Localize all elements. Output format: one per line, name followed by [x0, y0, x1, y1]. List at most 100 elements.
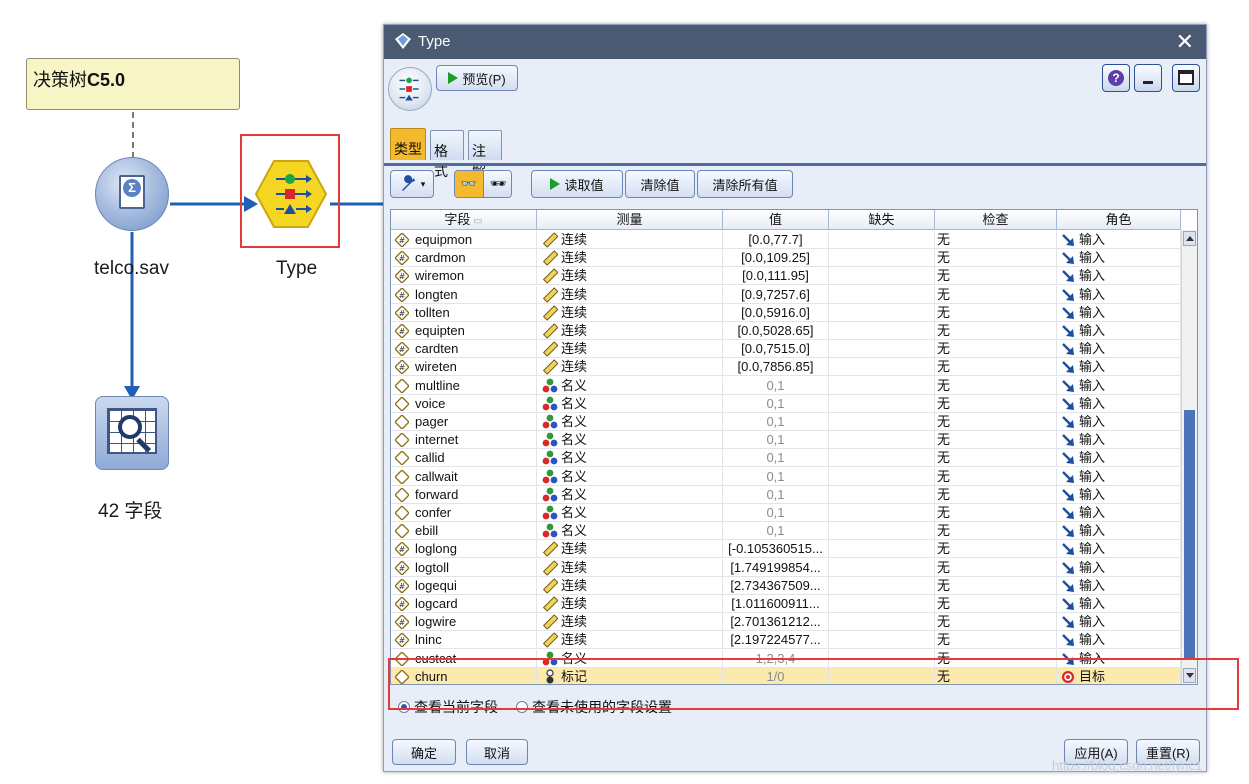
maximize-button[interactable] — [1172, 64, 1200, 92]
check-cell[interactable]: 无 — [935, 522, 1057, 541]
field-cell[interactable]: forward — [391, 485, 537, 504]
table-row[interactable]: # equipten 连续 [0.0,5028.65] 无输入 — [391, 322, 1181, 340]
missing-cell[interactable] — [829, 358, 935, 377]
field-cell[interactable]: callwait — [391, 467, 537, 486]
check-cell[interactable]: 无 — [935, 540, 1057, 559]
tab-annotation[interactable]: 注解 — [468, 130, 502, 179]
role-cell[interactable]: 输入 — [1057, 340, 1181, 359]
check-cell[interactable]: 无 — [935, 558, 1057, 577]
field-cell[interactable]: # lninc — [391, 631, 537, 650]
check-cell[interactable]: 无 — [935, 358, 1057, 377]
column-header-role[interactable]: 角色 — [1057, 210, 1181, 230]
measure-cell[interactable]: 连续 — [537, 303, 723, 322]
table-row[interactable]: callid 名义 0,1 无输入 — [391, 449, 1181, 468]
missing-cell[interactable] — [829, 431, 935, 450]
clear-all-values-button[interactable]: 清除所有值 — [697, 170, 793, 198]
role-cell[interactable]: 输入 — [1057, 540, 1181, 559]
values-cell[interactable]: [0.0,109.25] — [723, 249, 829, 268]
measure-cell[interactable]: 名义 — [537, 522, 723, 541]
role-cell[interactable]: 输入 — [1057, 285, 1181, 304]
close-icon[interactable]: ✕ — [1176, 29, 1194, 55]
clear-values-button[interactable]: 清除值 — [625, 170, 695, 198]
missing-cell[interactable] — [829, 394, 935, 413]
field-cell[interactable]: pager — [391, 413, 537, 431]
check-cell[interactable]: 无 — [935, 485, 1057, 504]
scroll-thumb[interactable] — [1184, 410, 1195, 660]
missing-cell[interactable] — [829, 322, 935, 340]
field-cell[interactable]: voice — [391, 394, 537, 413]
table-row[interactable]: confer 名义 0,1 无输入 — [391, 504, 1181, 522]
missing-cell[interactable] — [829, 267, 935, 286]
check-cell[interactable]: 无 — [935, 394, 1057, 413]
table-row[interactable]: # logcard 连续 [1.011600911... 无输入 — [391, 595, 1181, 613]
missing-cell[interactable] — [829, 249, 935, 268]
missing-cell[interactable] — [829, 285, 935, 304]
values-cell[interactable]: [0.0,77.7] — [723, 231, 829, 249]
check-cell[interactable]: 无 — [935, 340, 1057, 359]
role-cell[interactable]: 输入 — [1057, 267, 1181, 286]
values-cell[interactable]: 0,1 — [723, 413, 829, 431]
table-row[interactable]: # equipmon 连续 [0.0,77.7] 无输入 — [391, 231, 1181, 249]
missing-cell[interactable] — [829, 449, 935, 468]
measure-cell[interactable]: 连续 — [537, 285, 723, 304]
check-cell[interactable]: 无 — [935, 431, 1057, 450]
tools-dropdown-button[interactable]: ▾ — [390, 170, 434, 198]
measure-cell[interactable]: 连续 — [537, 613, 723, 632]
values-cell[interactable]: [-0.105360515... — [723, 540, 829, 559]
table-row[interactable]: internet 名义 0,1 无输入 — [391, 431, 1181, 450]
vertical-scrollbar[interactable] — [1181, 230, 1197, 684]
measure-cell[interactable]: 连续 — [537, 540, 723, 559]
measure-cell[interactable]: 连续 — [537, 631, 723, 650]
values-cell[interactable]: 0,1 — [723, 522, 829, 541]
table-row[interactable]: # lninc 连续 [2.197224577... 无输入 — [391, 631, 1181, 650]
measure-cell[interactable]: 连续 — [537, 358, 723, 377]
table-row[interactable]: # logwire 连续 [2.701361212... 无输入 — [391, 613, 1181, 632]
field-cell[interactable]: # equipmon — [391, 231, 537, 249]
read-values-button[interactable]: 读取值 — [531, 170, 623, 198]
check-cell[interactable]: 无 — [935, 322, 1057, 340]
view-toggle[interactable]: 👓 🕶 — [454, 170, 512, 198]
values-cell[interactable]: [0.0,7856.85] — [723, 358, 829, 377]
column-header-values[interactable]: 值 — [723, 210, 829, 230]
missing-cell[interactable] — [829, 485, 935, 504]
measure-cell[interactable]: 连续 — [537, 558, 723, 577]
dialog-titlebar[interactable]: Type ✕ — [384, 25, 1206, 59]
table-row[interactable]: callwait 名义 0,1 无输入 — [391, 467, 1181, 486]
table-row[interactable]: ebill 名义 0,1 无输入 — [391, 522, 1181, 541]
table-row[interactable]: pager 名义 0,1 无输入 — [391, 413, 1181, 431]
missing-cell[interactable] — [829, 558, 935, 577]
check-cell[interactable]: 无 — [935, 595, 1057, 613]
role-cell[interactable]: 输入 — [1057, 449, 1181, 468]
check-cell[interactable]: 无 — [935, 413, 1057, 431]
field-cell[interactable]: # equipten — [391, 322, 537, 340]
minimize-button[interactable] — [1134, 64, 1162, 92]
check-cell[interactable]: 无 — [935, 303, 1057, 322]
check-cell[interactable]: 无 — [935, 504, 1057, 522]
field-cell[interactable]: ebill — [391, 522, 537, 541]
missing-cell[interactable] — [829, 540, 935, 559]
cancel-button[interactable]: 取消 — [466, 739, 528, 765]
field-cell[interactable]: # wiremon — [391, 267, 537, 286]
field-cell[interactable]: internet — [391, 431, 537, 450]
measure-cell[interactable]: 连续 — [537, 576, 723, 595]
table-row[interactable]: # logtoll 连续 [1.749199854... 无输入 — [391, 558, 1181, 577]
measure-cell[interactable]: 名义 — [537, 504, 723, 522]
ok-button[interactable]: 确定 — [392, 739, 456, 765]
role-cell[interactable]: 输入 — [1057, 358, 1181, 377]
values-cell[interactable]: 0,1 — [723, 467, 829, 486]
check-cell[interactable]: 无 — [935, 285, 1057, 304]
missing-cell[interactable] — [829, 576, 935, 595]
values-cell[interactable]: 0,1 — [723, 504, 829, 522]
table-row[interactable]: # wiremon 连续 [0.0,111.95] 无输入 — [391, 267, 1181, 286]
check-cell[interactable]: 无 — [935, 231, 1057, 249]
values-cell[interactable]: 0,1 — [723, 394, 829, 413]
table-row[interactable]: # longten 连续 [0.9,7257.6] 无输入 — [391, 285, 1181, 304]
check-cell[interactable]: 无 — [935, 613, 1057, 632]
role-cell[interactable]: 输入 — [1057, 522, 1181, 541]
role-cell[interactable]: 输入 — [1057, 576, 1181, 595]
column-header-field[interactable]: 字段 ▭ — [391, 210, 537, 230]
missing-cell[interactable] — [829, 595, 935, 613]
field-cell[interactable]: # wireten — [391, 358, 537, 377]
role-cell[interactable]: 输入 — [1057, 394, 1181, 413]
field-cell[interactable]: callid — [391, 449, 537, 468]
